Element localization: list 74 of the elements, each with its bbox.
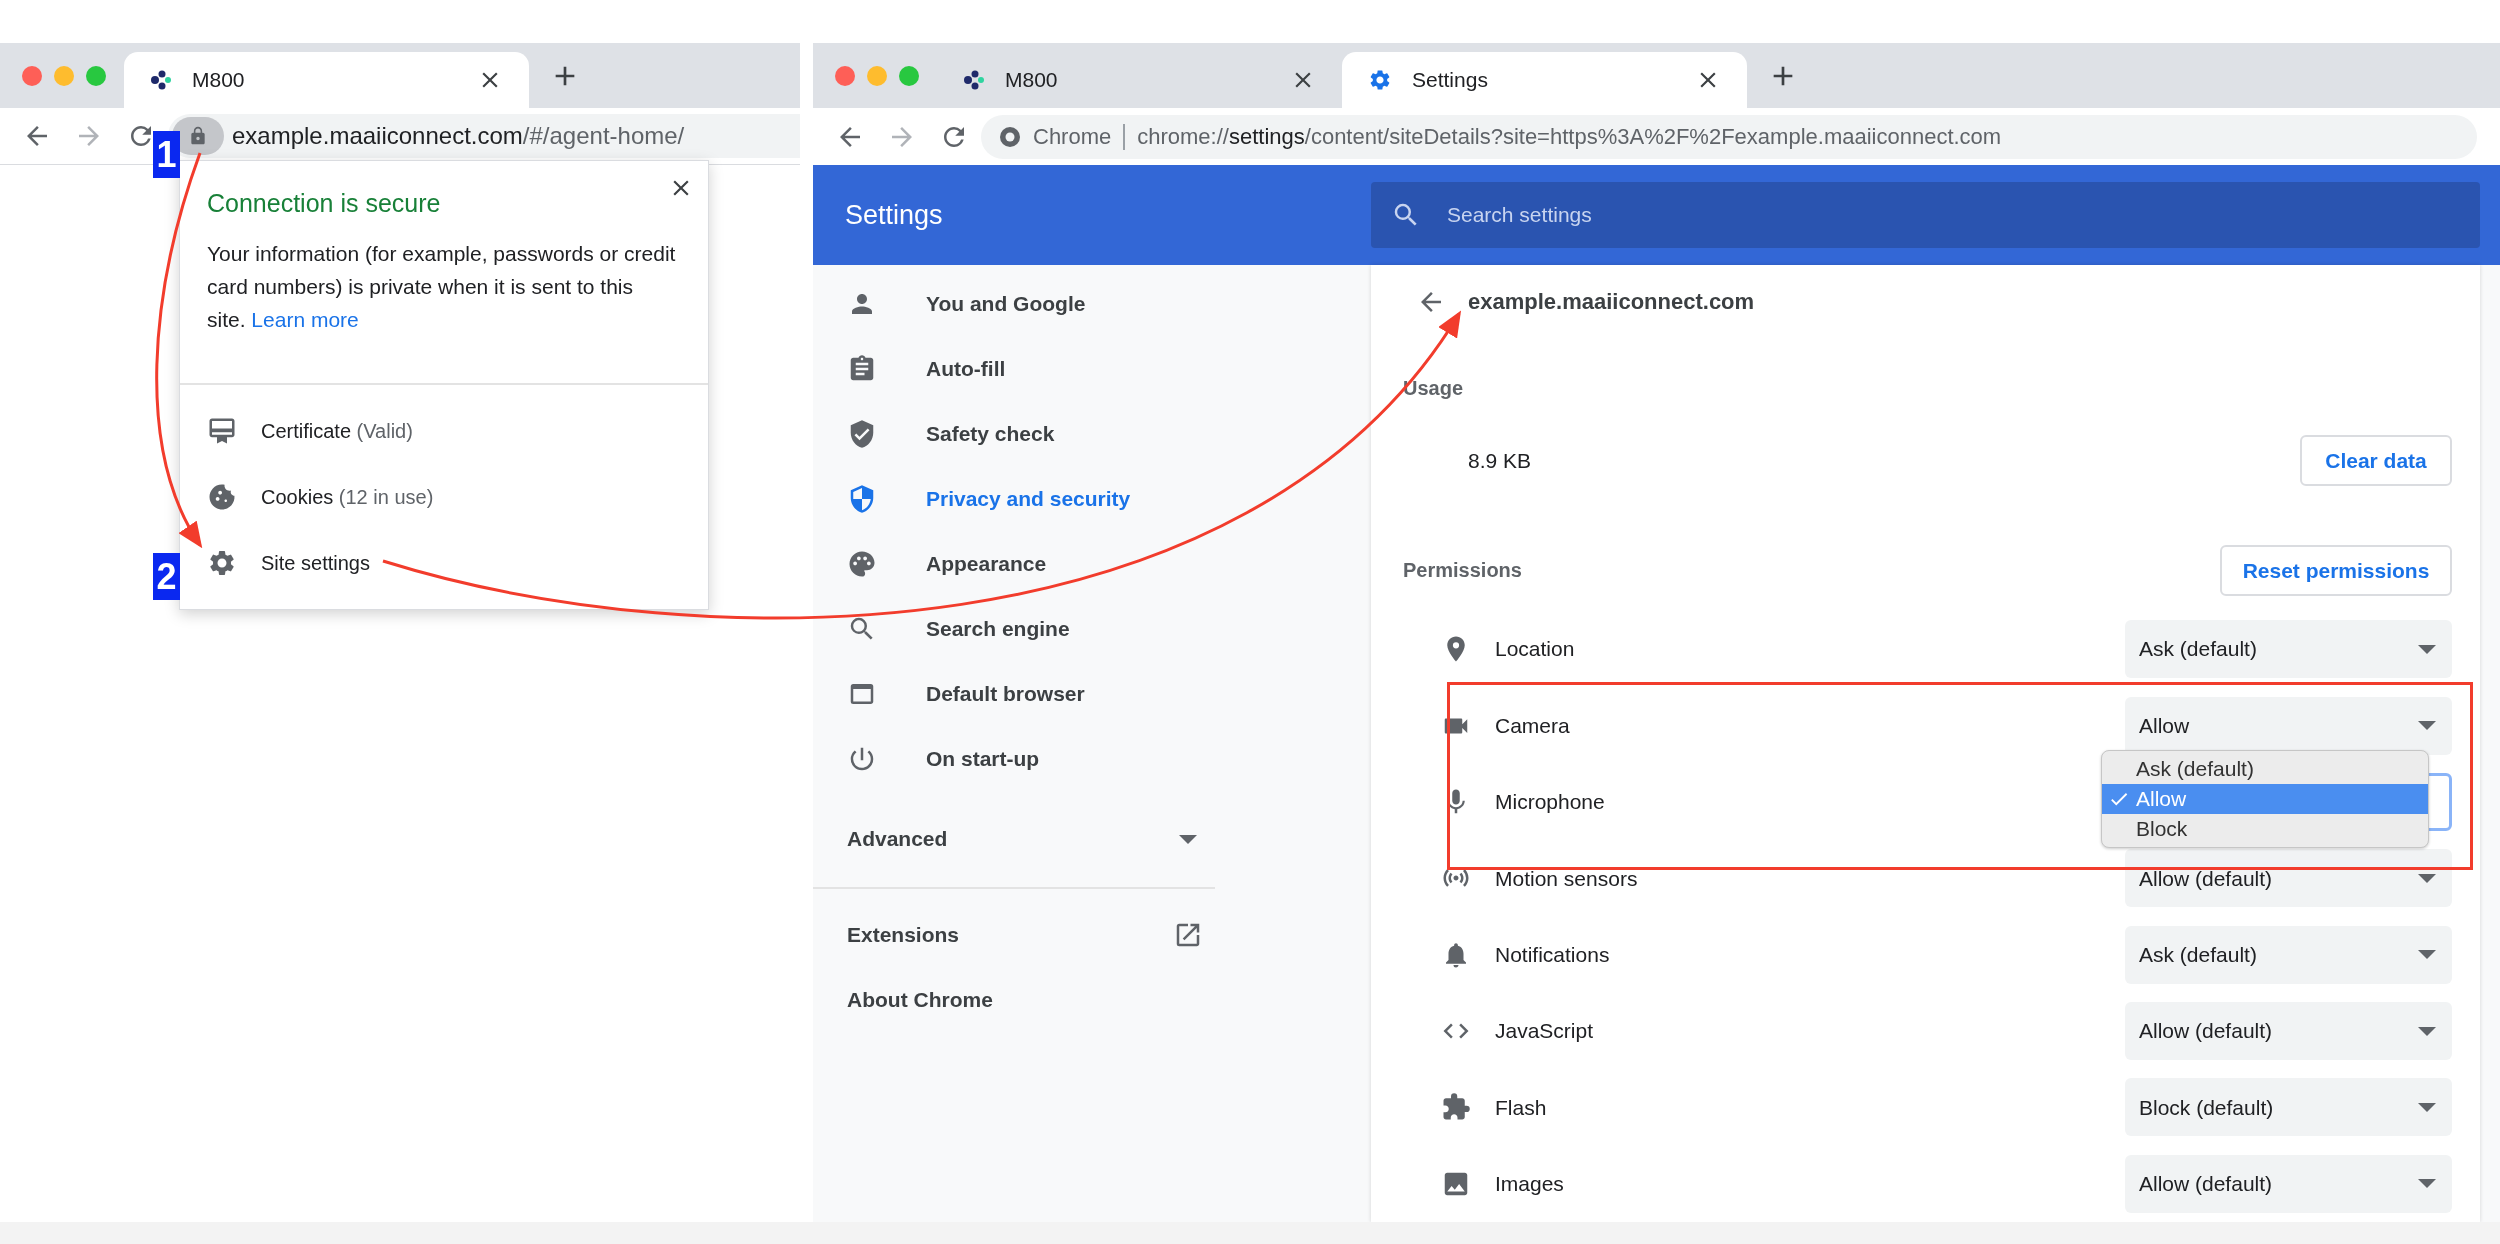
menu-item-label: Certificate (Valid) [261,419,413,444]
usage-amount: 8.9 KB [1468,447,1532,474]
chrome-logo-icon [999,125,1021,148]
menu-item-label: Cookies (12 in use) [261,485,434,510]
permission-label: Flash [1495,1094,1548,1121]
sidebar-item[interactable]: Privacy and security [813,466,1371,531]
menu-option[interactable]: Block [2102,813,2428,844]
caret-icon [2418,721,2436,731]
sidebar-item[interactable]: Appearance [813,531,1371,596]
learn-more-link[interactable]: Learn more [251,307,359,331]
sidebar-item[interactable]: Auto-fill [813,336,1371,401]
settings-title: Settings [844,198,944,232]
sidebar-link[interactable]: Extensions [813,902,1215,967]
reset-permissions-button[interactable]: Reset permissions [2220,544,2452,596]
gear-icon [1368,68,1392,92]
permission-select[interactable]: Ask (default) [2125,620,2452,679]
section-heading: Permissions [1403,558,1522,584]
tab-title: Settings [1412,67,1489,94]
permission-label: JavaScript [1495,1018,1595,1045]
address-bar[interactable]: Chrome chrome://settings/content/siteDetails?site=https%3A%2F%2Fexample.maaiiconnect.com [981,114,2477,159]
section-heading: Usage [1403,375,1464,401]
sidebar-item[interactable]: Default browser [813,661,1371,726]
advanced-section[interactable]: Advanced [813,791,1215,889]
browser-tab[interactable]: M800 [124,52,529,108]
url-text: example.maaiiconnect.com/#/agent-home/ [232,121,685,151]
sidebar-item[interactable]: Search engine [813,596,1371,661]
chrome-label: Chrome [1033,123,1112,151]
tab-title: M800 [1005,67,1059,94]
menu-item-label: Site settings [261,551,370,576]
caret-icon [2418,1179,2436,1189]
popup-message: Your information (for example, passwords or credit card numbers) is private when it is sent to this site. Learn more [207,240,677,333]
search-field[interactable]: Search settings [1371,182,2480,248]
permission-select[interactable]: Allow [2125,696,2452,755]
certificate-icon [207,416,237,446]
caret-icon [2418,873,2436,883]
popup-menu-item[interactable]: Certificate (Valid) [180,398,708,464]
tab-title: M800 [192,67,246,94]
lock-icon [188,126,208,146]
gear-icon [207,548,237,578]
permission-select[interactable]: Allow (default) [2125,849,2452,908]
sidebar-item[interactable]: Safety check [813,401,1371,466]
permission-label: Images [1495,1171,1565,1197]
logo-icon [150,69,172,91]
permission-select[interactable]: Allow (default) [2125,1002,2452,1061]
caret-icon [2418,950,2436,960]
sidebar-item[interactable]: On start-up [813,726,1371,791]
sidebar-item[interactable]: You and Google [813,271,1371,336]
caret-icon [1179,834,1197,844]
clear-data-button[interactable]: Clear data [2300,435,2452,487]
permission-label: Location [1495,636,1576,663]
caret-icon [2418,1026,2436,1036]
menu-option[interactable]: Ask (default) [2102,753,2428,784]
step-number: 1 [153,131,180,178]
permission-label: Microphone [1495,789,1606,816]
popup-title: Connection is secure [207,188,442,219]
permission-select[interactable]: Ask (default) [2125,925,2452,984]
permission-label: Motion sensors [1495,865,1639,892]
browser-tab[interactable]: M800 [937,52,1342,108]
url-text: chrome://settings/content/siteDetails?site=https%3A%2F%2Fexample.maaiiconnect.com [1137,123,2002,151]
popup-menu-item[interactable]: Site settings [180,530,708,596]
popup-menu-item[interactable]: Cookies (12 in use) [180,464,708,530]
sidebar-link[interactable]: About Chrome [813,967,1215,1032]
caret-icon [2418,1102,2436,1112]
permission-label: Notifications [1495,941,1611,968]
step-number: 2 [153,553,180,600]
permission-select[interactable]: Block (default) [2125,1078,2452,1137]
browser-tab[interactable]: Settings [1342,52,1747,108]
puzzle-piece-icon [1441,1092,1471,1123]
cookie-icon [207,482,237,512]
caret-icon [2418,644,2436,654]
permission-select[interactable]: Allow (default) [2125,1154,2452,1213]
logo-icon [963,69,985,91]
site-title: example.maaiiconnect.com [1468,288,1755,317]
permission-label: Camera [1495,712,1571,739]
